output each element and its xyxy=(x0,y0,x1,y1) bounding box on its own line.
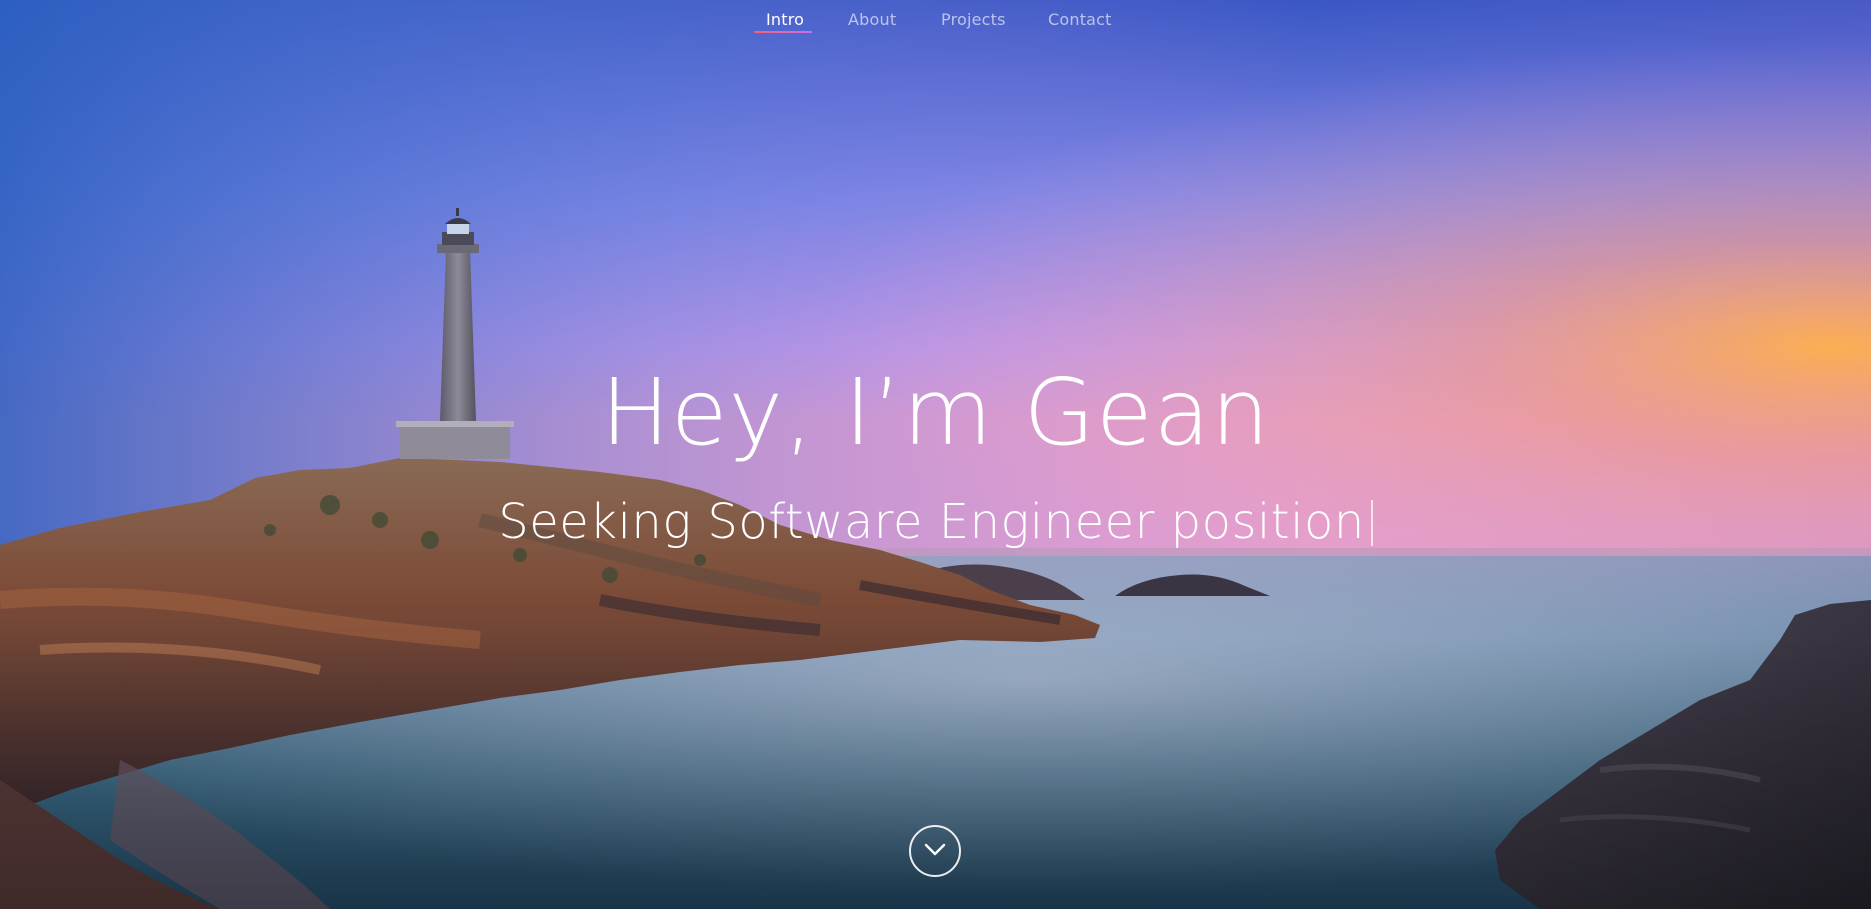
hero-subline: Seeking Software Engineer position xyxy=(498,494,1365,550)
chevron-down-icon xyxy=(924,843,946,856)
nav-item-about[interactable]: About xyxy=(848,10,896,29)
hero-section: Intro About Projects Contact Hey, I’m Ge… xyxy=(0,0,1871,909)
hero-subline-wrapper: Seeking Software Engineer position xyxy=(0,492,1871,552)
scroll-down-button[interactable] xyxy=(909,825,961,877)
active-nav-underline xyxy=(754,31,812,33)
nav-item-contact[interactable]: Contact xyxy=(1048,10,1112,29)
nav-item-projects[interactable]: Projects xyxy=(941,10,1006,29)
typing-caret xyxy=(1370,500,1373,546)
top-navigation: Intro About Projects Contact xyxy=(0,0,1871,40)
nav-item-intro[interactable]: Intro xyxy=(766,10,804,29)
hero-headline: Hey, I’m Gean xyxy=(600,359,1271,466)
